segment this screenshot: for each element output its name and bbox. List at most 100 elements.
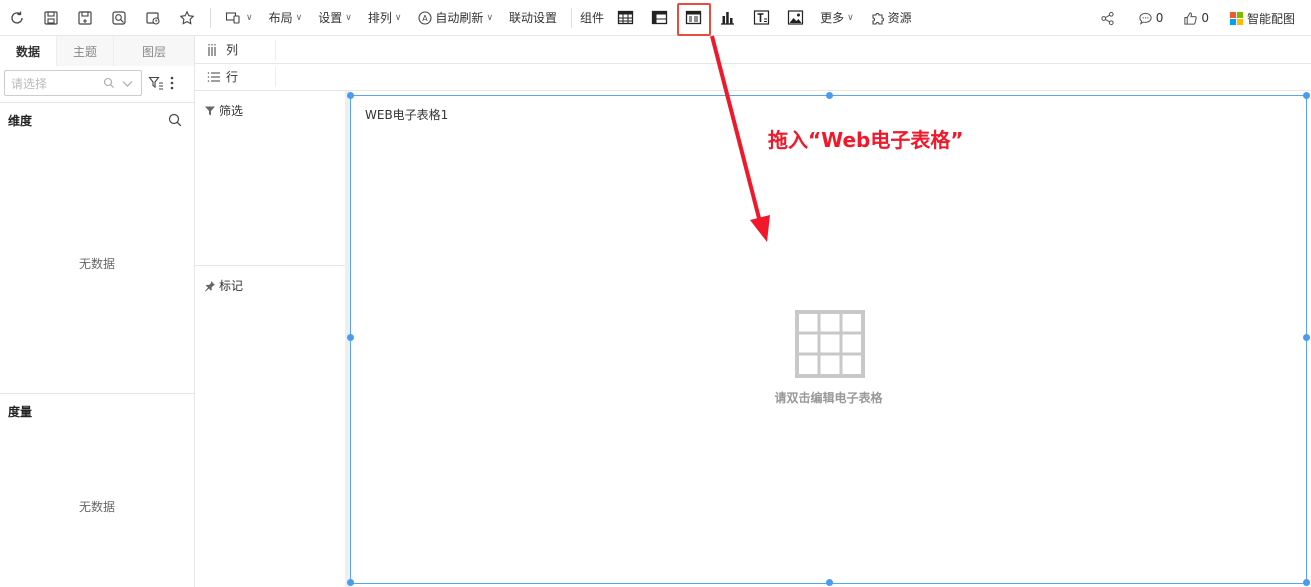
- components-label: 组件: [580, 11, 605, 25]
- chevron-down-icon: ∨: [486, 12, 494, 23]
- measure-label: 度量: [8, 404, 33, 419]
- measure-empty-text: 无数据: [78, 500, 115, 514]
- toolbar-divider: [210, 7, 211, 28]
- marks-section[interactable]: 标记: [204, 277, 243, 294]
- resize-handle-w[interactable]: [347, 334, 354, 341]
- schedule-icon[interactable]: [136, 0, 170, 36]
- device-button[interactable]: ∨: [217, 0, 261, 36]
- resize-handle-e[interactable]: [1303, 334, 1310, 341]
- like-button[interactable]: 0: [1173, 11, 1219, 26]
- image-component-button[interactable]: [778, 0, 812, 36]
- filter-settings-icon[interactable]: [148, 75, 164, 91]
- favorite-icon[interactable]: [170, 0, 204, 36]
- shelf-divider: [275, 40, 276, 60]
- shelf-divider: [275, 67, 276, 87]
- rows-shelf[interactable]: 行: [195, 63, 1311, 91]
- data-panel: 数据 主题 图层 请选择 维度 无数据 度量 无数据: [0, 36, 195, 587]
- text-box-icon: [753, 10, 769, 25]
- thumbs-up-icon: [1184, 11, 1198, 25]
- dataset-select-placeholder: 请选择: [11, 76, 48, 91]
- preview-icon[interactable]: [102, 0, 136, 36]
- pivot-table-icon: [651, 10, 667, 25]
- puzzle-icon: [872, 12, 884, 25]
- resize-handle-s[interactable]: [826, 579, 833, 586]
- columns-shelf[interactable]: 列: [195, 36, 1311, 64]
- comments-count: 0: [1155, 11, 1164, 25]
- web-spreadsheet-component-button[interactable]: [676, 0, 712, 36]
- panel-divider: [0, 393, 194, 394]
- search-icon[interactable]: [168, 113, 182, 127]
- auto-refresh-label: 自动刷新: [435, 11, 484, 25]
- web-spreadsheet-component[interactable]: WEB电子表格1 请双击编辑电子表格: [347, 92, 1310, 586]
- arrange-label: 排列: [367, 11, 392, 25]
- auto-refresh-button[interactable]: A 自动刷新 ∨: [409, 0, 501, 36]
- chevron-down-icon: [122, 81, 133, 87]
- more-button[interactable]: 更多 ∨: [812, 0, 862, 36]
- chevron-down-icon: ∨: [345, 12, 352, 23]
- save-as-icon[interactable]: [68, 0, 102, 36]
- table-component-button[interactable]: [608, 0, 642, 36]
- device-icon: [225, 11, 240, 24]
- tab-theme[interactable]: 主题: [57, 36, 114, 66]
- bar-chart-icon: [720, 12, 734, 25]
- component-title: WEB电子表格1: [365, 108, 449, 122]
- tab-layers[interactable]: 图层: [114, 36, 194, 66]
- comments-button[interactable]: 0: [1128, 11, 1174, 26]
- measure-header: 度量: [0, 396, 194, 426]
- annotation-text: 拖入“Web电子表格”: [768, 128, 964, 152]
- rows-icon: [207, 71, 220, 82]
- toolbar-right: 0 0 智能配图: [1090, 0, 1311, 36]
- filter-section[interactable]: 筛选: [204, 102, 243, 119]
- share-icon: [1101, 11, 1114, 25]
- chevron-down-icon: ∨: [246, 12, 253, 23]
- likes-count: 0: [1201, 11, 1209, 25]
- auto-refresh-icon: A: [418, 10, 432, 25]
- chevron-down-icon: ∨: [847, 12, 854, 23]
- more-options-icon[interactable]: [168, 75, 176, 91]
- resize-handle-nw[interactable]: [347, 92, 354, 99]
- chevron-down-icon: ∨: [394, 12, 402, 23]
- resize-handle-sw[interactable]: [347, 579, 354, 586]
- resize-handle-n[interactable]: [826, 92, 833, 99]
- refresh-icon[interactable]: [0, 0, 34, 36]
- pin-icon: [205, 280, 215, 291]
- layout-label: 布局: [268, 11, 293, 25]
- arrange-button[interactable]: 排列 ∨: [360, 0, 410, 36]
- more-label: 更多: [820, 11, 845, 25]
- web-spreadsheet-icon: [685, 10, 701, 25]
- dataset-select[interactable]: 请选择: [4, 70, 142, 96]
- svg-text:A: A: [423, 14, 429, 23]
- smart-color-icon: [1229, 11, 1244, 25]
- panel-tabs: 数据 主题 图层: [0, 36, 194, 66]
- dataset-search-row: 请选择: [4, 70, 191, 96]
- resources-button[interactable]: 资源: [862, 0, 920, 36]
- smart-color-button[interactable]: 智能配图: [1219, 10, 1311, 27]
- dimension-empty-text: 无数据: [78, 257, 115, 271]
- linkage-settings-button[interactable]: 联动设置: [501, 0, 565, 36]
- search-icon: [103, 77, 114, 88]
- smart-color-label: 智能配图: [1246, 11, 1295, 26]
- comment-icon: [1139, 12, 1152, 25]
- resources-label: 资源: [887, 11, 912, 25]
- columns-label: 列: [226, 43, 239, 57]
- table-icon: [617, 10, 633, 25]
- save-icon[interactable]: [34, 0, 68, 36]
- text-component-button[interactable]: [744, 0, 778, 36]
- spreadsheet-grid-icon: [795, 310, 865, 378]
- tab-data[interactable]: 数据: [0, 36, 57, 66]
- settings-button[interactable]: 设置 ∨: [310, 0, 360, 36]
- filter-label: 筛选: [219, 104, 244, 118]
- bar-chart-component-button[interactable]: [710, 0, 744, 36]
- middle-divider: [195, 265, 345, 266]
- marks-label: 标记: [219, 279, 244, 293]
- layout-button[interactable]: 布局 ∨: [261, 0, 311, 36]
- resize-handle-se[interactable]: [1303, 579, 1310, 586]
- resize-handle-ne[interactable]: [1303, 92, 1310, 99]
- pivot-table-component-button[interactable]: [642, 0, 676, 36]
- image-icon: [787, 10, 803, 25]
- share-button[interactable]: [1090, 11, 1128, 26]
- dimension-header: 维度: [0, 105, 194, 135]
- panel-divider: [0, 102, 194, 103]
- rows-label: 行: [226, 70, 239, 84]
- chevron-down-icon: ∨: [295, 12, 303, 23]
